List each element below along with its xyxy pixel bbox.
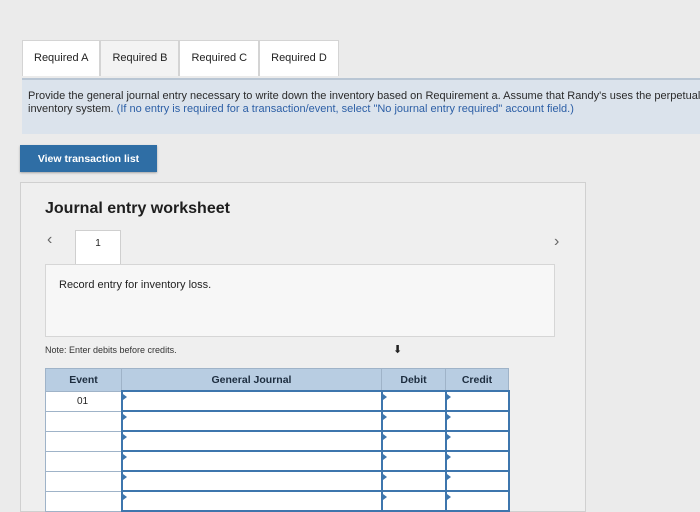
table-row xyxy=(45,430,510,452)
entry-prompt-box: Record entry for inventory loss. xyxy=(45,264,555,337)
general-journal-input[interactable] xyxy=(120,390,383,412)
debit-input[interactable] xyxy=(380,470,447,492)
entry-note: Note: Enter debits before credits. xyxy=(45,345,177,355)
debit-input[interactable] xyxy=(380,410,447,432)
event-cell: 01 xyxy=(45,390,122,412)
tab-required-b[interactable]: Required B xyxy=(100,40,180,76)
table-row xyxy=(45,470,510,492)
debit-input[interactable] xyxy=(380,430,447,452)
column-header-credit: Credit xyxy=(445,368,509,392)
credit-input[interactable] xyxy=(444,490,510,512)
debit-input[interactable] xyxy=(380,450,447,472)
general-journal-input[interactable] xyxy=(120,450,383,472)
table-row xyxy=(45,450,510,472)
general-journal-input[interactable] xyxy=(120,430,383,452)
credit-input[interactable] xyxy=(444,430,510,452)
view-transaction-list-button[interactable]: View transaction list xyxy=(20,145,157,172)
worksheet-title: Journal entry worksheet xyxy=(45,200,230,217)
instructions-panel: Provide the general journal entry necess… xyxy=(22,78,700,134)
column-header-general-journal: General Journal xyxy=(121,368,382,392)
event-cell xyxy=(45,450,122,472)
table-row: 01 xyxy=(45,390,510,412)
entry-prompt: Record entry for inventory loss. xyxy=(59,279,212,291)
journal-entry-worksheet: Journal entry worksheet ‹ 1 › Record ent… xyxy=(20,182,586,512)
instructions-hint: (If no entry is required for a transacti… xyxy=(116,103,574,115)
general-journal-input[interactable] xyxy=(120,410,383,432)
credit-input[interactable] xyxy=(444,390,510,412)
journal-table: Event General Journal Debit Credit 01 xyxy=(45,368,510,512)
table-row xyxy=(45,490,510,512)
tab-required-a[interactable]: Required A xyxy=(22,40,101,76)
general-journal-input[interactable] xyxy=(120,470,383,492)
requirement-tabs: Required A Required B Required C Require… xyxy=(22,40,339,76)
chevron-left-icon[interactable]: ‹ xyxy=(47,231,52,249)
event-cell xyxy=(45,430,122,452)
event-cell xyxy=(45,410,122,432)
debit-input[interactable] xyxy=(380,490,447,512)
chevron-right-icon[interactable]: › xyxy=(554,233,559,251)
column-header-event: Event xyxy=(45,368,122,392)
event-cell xyxy=(45,470,122,492)
mouse-cursor-icon: ⬇ xyxy=(393,344,403,356)
entry-page-tab[interactable]: 1 xyxy=(75,230,121,265)
credit-input[interactable] xyxy=(444,410,510,432)
credit-input[interactable] xyxy=(444,470,510,492)
debit-input[interactable] xyxy=(380,390,447,412)
event-cell xyxy=(45,490,122,512)
column-header-debit: Debit xyxy=(381,368,446,392)
tab-required-d[interactable]: Required D xyxy=(259,40,339,76)
tab-required-c[interactable]: Required C xyxy=(179,40,260,76)
credit-input[interactable] xyxy=(444,450,510,472)
general-journal-input[interactable] xyxy=(120,490,383,512)
table-row xyxy=(45,410,510,432)
